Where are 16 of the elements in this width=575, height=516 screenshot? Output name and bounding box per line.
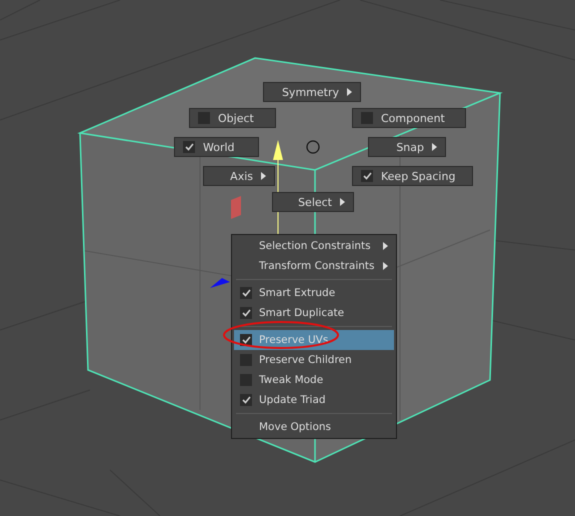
marking-menu-item[interactable]: Symmetry bbox=[263, 82, 361, 102]
menu-item[interactable]: Preserve Children bbox=[234, 350, 394, 370]
marking-menu-item[interactable]: Axis bbox=[203, 166, 275, 186]
marking-menu-item[interactable]: Object bbox=[189, 108, 276, 128]
menu-item[interactable]: Smart Duplicate bbox=[234, 303, 394, 323]
marking-menu-item[interactable]: Snap bbox=[368, 137, 446, 157]
menu-item[interactable]: Transform Constraints bbox=[234, 256, 394, 276]
menu-item[interactable]: Selection Constraints bbox=[234, 236, 394, 256]
marking-menu-item[interactable]: Keep Spacing bbox=[352, 166, 473, 186]
marking-menu-item[interactable]: World bbox=[174, 137, 259, 157]
menu-item[interactable]: Move Options bbox=[234, 417, 394, 437]
menu-item[interactable]: Update Triad bbox=[234, 390, 394, 410]
menu-item[interactable]: Tweak Mode bbox=[234, 370, 394, 390]
marking-menu-item[interactable]: Component bbox=[352, 108, 466, 128]
menu-item[interactable]: Smart Extrude bbox=[234, 283, 394, 303]
marking-menu-item[interactable]: Select bbox=[272, 192, 354, 212]
